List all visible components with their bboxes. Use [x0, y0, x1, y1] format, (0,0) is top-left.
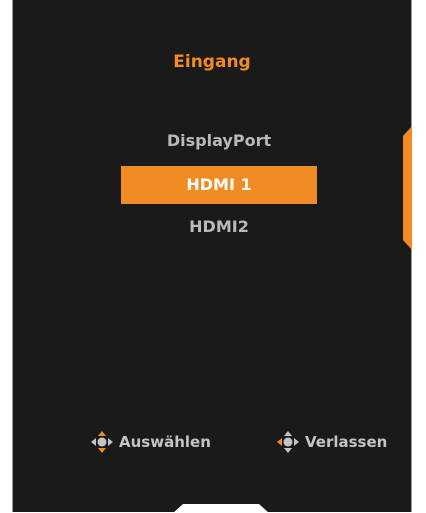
input-option-hdmi2[interactable]: HDMI2 — [121, 208, 317, 246]
osd-menu-panel: Eingang DisplayPort HDMI 1 HDMI2 Auswähl… — [12, 0, 412, 512]
menu-title: Eingang — [173, 52, 251, 72]
side-tab-indicator — [403, 126, 412, 250]
joystick-left-icon — [275, 429, 301, 455]
input-option-hdmi1[interactable]: HDMI 1 — [121, 166, 317, 204]
exit-hint: Verlassen — [275, 428, 387, 456]
exit-hint-label: Verlassen — [305, 433, 388, 451]
joystick-up-down-icon — [89, 429, 115, 455]
select-hint-label: Auswählen — [119, 433, 211, 451]
select-hint: Auswählen — [89, 428, 211, 456]
input-option-displayport[interactable]: DisplayPort — [121, 122, 317, 160]
